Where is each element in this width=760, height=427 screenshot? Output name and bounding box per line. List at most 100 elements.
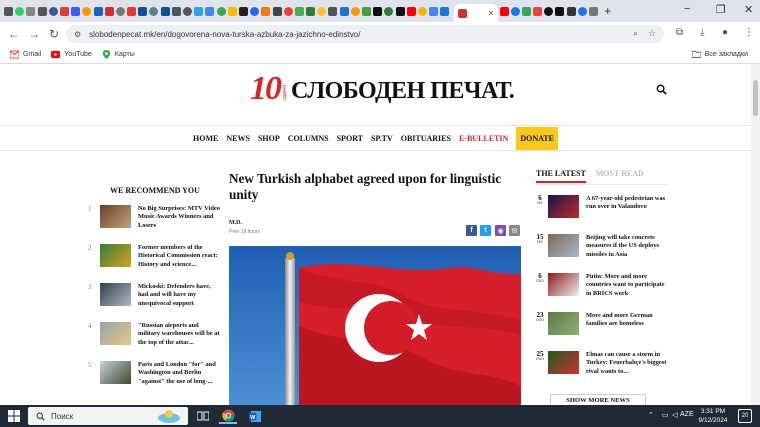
pinned-tab-favicon-icon[interactable] (216, 6, 226, 16)
latest-item[interactable]: 25 min Elmas can cause a storm in Turkey: … (532, 351, 670, 376)
language-indicator[interactable]: AZE (680, 411, 694, 418)
pinned-tab-favicon-icon[interactable] (589, 6, 598, 16)
extensions-icon[interactable]: ⧉ (676, 27, 683, 38)
pinned-tab-favicon-icon[interactable] (227, 6, 237, 16)
email-share-icon[interactable]: ✉ (509, 225, 520, 236)
nav-sport[interactable]: SPORT (337, 134, 363, 143)
latest-thumbnail[interactable] (548, 312, 579, 335)
recommend-item[interactable]: 5 Paris and London "for" and Washington a… (88, 361, 220, 386)
download-icon[interactable]: ⤓ (700, 27, 704, 38)
pinned-tab-favicon-icon[interactable] (350, 6, 360, 16)
nav-home[interactable]: HOME (193, 134, 218, 143)
pinned-tab-favicon-icon[interactable] (533, 6, 543, 16)
pinned-tab-favicon-icon[interactable] (250, 6, 260, 16)
latest-headline[interactable]: A 67-year-old pedestrian was run over in… (586, 195, 670, 218)
pinned-tab-favicon-icon[interactable] (406, 6, 416, 16)
pinned-tab-favicon-icon[interactable] (272, 6, 282, 16)
latest-thumbnail[interactable] (548, 273, 579, 296)
search-icon[interactable] (656, 84, 667, 95)
recommend-item[interactable]: 3 Mickoski: Defenders have, had and will … (88, 283, 220, 308)
pinned-tab-favicon-icon[interactable] (339, 6, 349, 16)
bookmark-maps[interactable]: Карты (102, 50, 135, 59)
latest-headline[interactable]: More and more German families are homele… (586, 312, 670, 335)
nav-sptv[interactable]: SP.TV (371, 134, 393, 143)
tab-most-read[interactable]: MOST READ (596, 169, 644, 178)
pinned-tab-favicon-icon[interactable] (261, 6, 271, 16)
tray-chevron-icon[interactable]: ⌃ (648, 411, 654, 419)
nav-shop[interactable]: SHOP (258, 134, 280, 143)
latest-thumbnail[interactable] (548, 195, 579, 218)
close-tab-icon[interactable]: × (488, 8, 493, 18)
pinned-tab-favicon-icon[interactable] (194, 6, 204, 16)
notifications-badge[interactable]: 20 (738, 409, 752, 423)
latest-item[interactable]: 6 sec A 67-year-old pedestrian was run ove… (532, 195, 670, 218)
twitter-share-icon[interactable]: t (480, 225, 491, 236)
recommend-headline[interactable]: "Russian airports and military warehouse… (138, 322, 220, 347)
network-icon[interactable]: ▭ (662, 411, 669, 419)
pinned-tab-favicon-icon[interactable] (82, 6, 92, 16)
nav-e-bulletin[interactable]: E-BULLETIN (459, 134, 508, 143)
menu-icon[interactable]: ⋮ (744, 27, 754, 38)
pinned-tab-favicon-icon[interactable] (544, 6, 554, 16)
close-window-button[interactable]: ✕ (744, 3, 753, 16)
tab-latest[interactable]: THE LATEST (536, 169, 586, 183)
pinned-tab-favicon-icon[interactable] (37, 6, 47, 16)
nav-obituaries[interactable]: OBITUARIES (401, 134, 451, 143)
pinned-tab-favicon-icon[interactable] (566, 6, 576, 16)
recommend-thumbnail[interactable] (100, 205, 131, 228)
all-bookmarks[interactable]: Все закладки (691, 50, 748, 58)
latest-thumbnail[interactable] (548, 351, 579, 374)
maximize-button[interactable]: ❐ (716, 3, 726, 16)
pinned-tab-favicon-icon[interactable] (205, 6, 215, 16)
taskbar-search[interactable]: Поиск (28, 407, 188, 425)
bookmark-star-icon[interactable]: ☆ (648, 28, 656, 39)
article-author[interactable]: M.D. (229, 220, 242, 226)
pinned-tab-favicon-icon[interactable] (283, 6, 293, 16)
recommend-thumbnail[interactable] (100, 283, 131, 306)
pinned-tab-favicon-icon[interactable] (328, 6, 338, 16)
minimize-button[interactable]: − (684, 3, 690, 15)
recommend-headline[interactable]: Former members of the Historical Commiss… (138, 244, 220, 269)
nav-news[interactable]: NEWS (226, 134, 250, 143)
facebook-share-icon[interactable]: f (466, 225, 477, 236)
scrollbar-thumb[interactable] (753, 80, 758, 116)
pinned-tab-favicon-icon[interactable] (71, 6, 81, 16)
pinned-tab-favicon-icon[interactable] (521, 6, 531, 16)
pinned-tab-favicon-icon[interactable] (149, 6, 159, 16)
site-settings-icon[interactable]: ⚙ (74, 30, 81, 39)
pinned-tab-favicon-icon[interactable] (171, 6, 181, 16)
nav-columns[interactable]: COLUMNS (288, 134, 329, 143)
recommend-thumbnail[interactable] (100, 361, 131, 384)
pinned-tab-favicon-icon[interactable] (373, 6, 383, 16)
pinned-tab-favicon-icon[interactable] (510, 6, 520, 16)
latest-headline[interactable]: Beijing will take concrete measures if t… (586, 234, 670, 259)
reload-icon[interactable]: ↻ (44, 27, 64, 41)
pinned-tab-favicon-icon[interactable] (429, 6, 439, 16)
active-tab[interactable]: × (453, 4, 498, 22)
pinned-tab-favicon-icon[interactable] (306, 6, 316, 16)
show-more-button[interactable]: SHOW MORE NEWS (550, 394, 646, 405)
profile-icon[interactable]: ● (722, 27, 728, 38)
recommend-item[interactable]: 4 "Russian airports and military warehous… (88, 322, 220, 347)
pinned-tab-favicon-icon[interactable] (395, 6, 405, 16)
pinned-tab-favicon-icon[interactable] (160, 6, 170, 16)
pinned-tab-favicon-icon[interactable] (294, 6, 304, 16)
latest-headline[interactable]: Putin: More and more countries want to p… (586, 273, 670, 298)
pinned-tab-favicon-icon[interactable] (4, 6, 13, 16)
recommend-headline[interactable]: No Big Surprises: MTV Video Music Awards… (138, 205, 220, 230)
latest-item[interactable]: 6 min Putin: More and more countries want … (532, 273, 670, 298)
recommend-thumbnail[interactable] (100, 244, 131, 267)
recommend-headline[interactable]: Paris and London "for" and Washington an… (138, 361, 220, 386)
pinned-tab-favicon-icon[interactable] (499, 6, 509, 16)
nav-donate[interactable]: DONATE (516, 126, 558, 150)
pinned-tab-favicon-icon[interactable] (238, 6, 248, 16)
pinned-tab-favicon-icon[interactable] (183, 6, 192, 16)
taskbar-clock[interactable]: 3:31 PM 9/12/2024 (695, 407, 731, 425)
latest-headline[interactable]: Elmas can cause a storm in Turkey: Fener… (586, 351, 670, 376)
chrome-taskbar-icon[interactable] (219, 408, 237, 424)
pinned-tab-favicon-icon[interactable] (93, 6, 103, 16)
recommend-item[interactable]: 2 Former members of the Historical Commis… (88, 244, 220, 269)
recommend-item[interactable]: 1 No Big Surprises: MTV Video Music Award… (88, 205, 220, 230)
pinned-tab-favicon-icon[interactable] (417, 6, 427, 16)
pinned-tab-favicon-icon[interactable] (127, 6, 137, 16)
